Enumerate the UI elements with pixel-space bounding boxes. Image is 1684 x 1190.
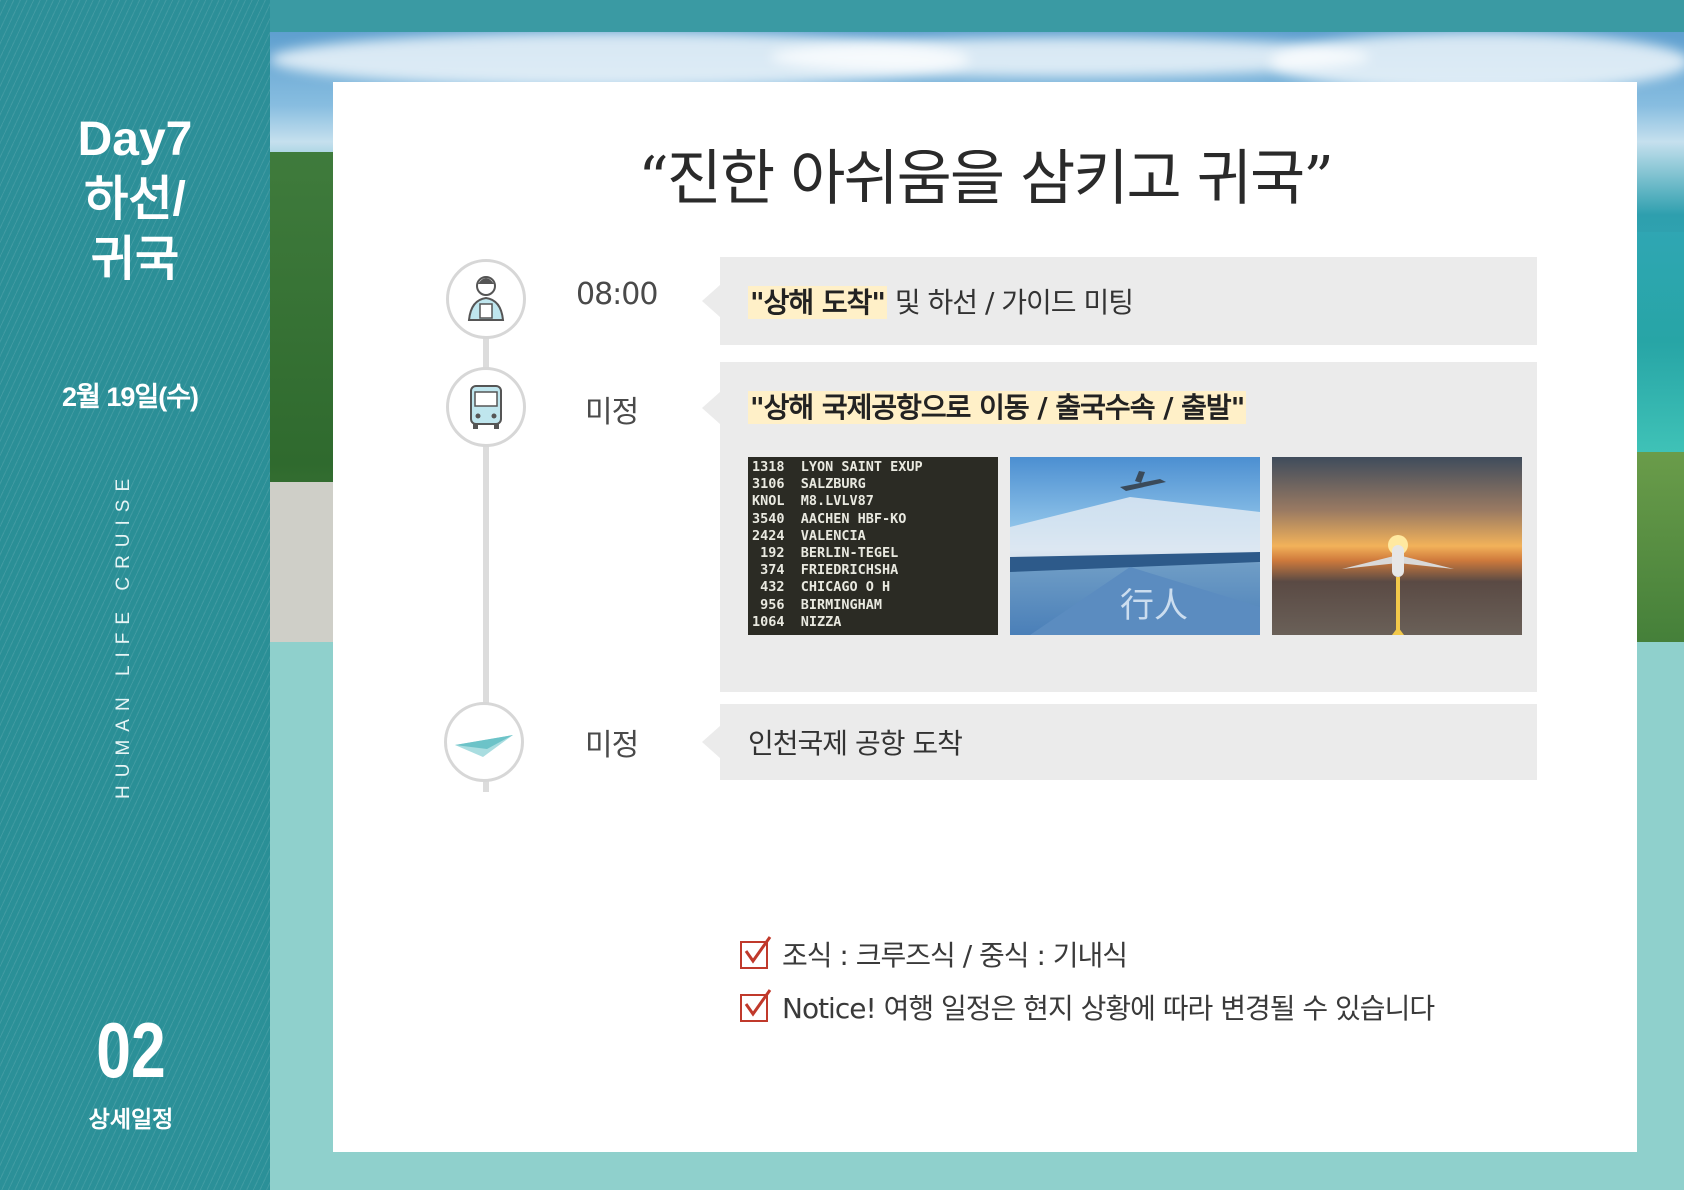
board-line: 432 CHICAGO O H: [752, 579, 891, 596]
day-heading: Day7 하선/ 귀국: [0, 110, 270, 290]
board-line: 3106 SALZBURG: [752, 476, 866, 493]
time-label: 미정: [585, 395, 639, 430]
day-date: 2월 19일(수): [61, 382, 199, 412]
time-label: 08:00: [576, 277, 658, 312]
board-line: 1318 LYON SAINT EXUP: [752, 459, 923, 475]
meal-note: 조식 : 크루즈식 / 중식 : 기내식: [740, 934, 1128, 974]
day-title-line1: 하선/: [84, 173, 186, 226]
note-text: 조식 : 크루즈식 / 중식 : 기내식: [782, 939, 1128, 972]
sidebar: Day7 하선/ 귀국 2월 19일(수) HUMAN LIFE CRUISE …: [0, 0, 270, 1190]
checkbox-icon: [740, 989, 772, 1022]
bus-icon: [446, 367, 526, 447]
highlight-text: "상해 도착": [748, 286, 887, 319]
timeline-box-incheon: 인천국제 공항 도착: [702, 704, 1537, 780]
paper-plane-icon: [444, 702, 524, 782]
svg-text:行人: 行人: [1120, 586, 1188, 626]
airport-terminal-photo: 行人: [1010, 457, 1260, 635]
board-line: 1064 NIZZA: [752, 613, 842, 630]
checkbox-icon: [740, 936, 772, 969]
timeline-text: "상해 국제공항으로 이동 / 출국수속 / 출발": [748, 386, 1247, 426]
guide-person-icon: [446, 259, 526, 339]
timeline-text: 인천국제 공항 도착: [748, 727, 963, 760]
day-title-line2: 귀국: [90, 233, 180, 286]
board-line: 2424 VALENCIA: [752, 527, 866, 544]
timeline-box-arrival: "상해 도착" 및 하선 / 가이드 미팅: [702, 257, 1537, 345]
day-number: Day7: [77, 113, 193, 166]
itinerary-card: “진한 아쉬움을 삼키고 귀국” 08:00 "상해 도착" 및 하선 / 가이…: [333, 82, 1637, 1152]
board-line: 192 BERLIN-TEGEL: [752, 545, 899, 562]
note-text: Notice! 여행 일정은 현지 상황에 따라 변경될 수 있습니다: [782, 992, 1435, 1025]
page-title: “진한 아쉬움을 삼키고 귀국”: [638, 144, 1334, 214]
departure-board-photo: 1318 LYON SAINT EXUP 3106 SALZBURG KNOL M8…: [748, 457, 998, 635]
time-label: 미정: [585, 728, 639, 763]
board-line: 3540 AACHEN HBF-KO: [752, 510, 907, 527]
page-label: 상세일정: [88, 1106, 174, 1132]
plain-text: 및 하선 / 가이드 미팅: [886, 286, 1134, 319]
runway-sunset-photo: [1272, 457, 1522, 635]
highlight-text: "상해 국제공항으로 이동 / 출국수속 / 출발": [748, 391, 1247, 424]
board-line: 374 FRIEDRICHSHA: [752, 562, 899, 579]
top-band: [270, 0, 1684, 32]
timeline-text: "상해 도착" 및 하선 / 가이드 미팅: [748, 281, 1134, 321]
brand-vertical-text: HUMAN LIFE CRUISE: [113, 470, 134, 800]
page-number: 02: [96, 1006, 166, 1094]
timeline-box-airport: "상해 국제공항으로 이동 / 출국수속 / 출발" 1318 LYON SAI…: [702, 362, 1537, 692]
board-line: 956 BIRMINGHAM: [752, 596, 883, 613]
notice-note: Notice! 여행 일정은 현지 상황에 따라 변경될 수 있습니다: [740, 987, 1435, 1027]
board-line: KNOL M8.LVLV87: [752, 493, 874, 510]
